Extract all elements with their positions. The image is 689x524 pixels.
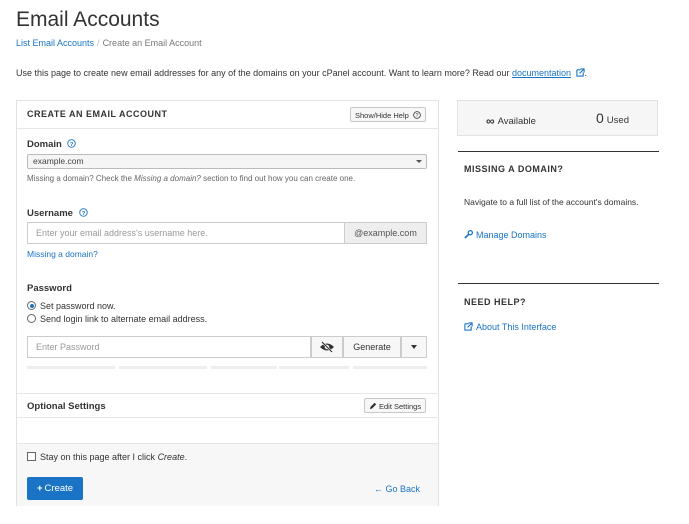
domain-label-text: Domain [27,139,62,150]
divider [17,417,438,418]
external-link-icon [464,322,473,331]
form-footer: Stay on this page after I click Create. … [17,443,438,506]
radio-set-password-label: Set password now. [40,301,116,311]
radio-send-login-link-label: Send login link to alternate email addre… [40,314,208,324]
breadcrumb: List Email Accounts / Create an Email Acco… [16,38,202,48]
domain-help-icon[interactable]: ? [67,139,77,148]
domain-help-suffix: section to find out how you can create o… [200,174,356,183]
strength-bar-segment [211,366,277,369]
radio-set-password[interactable]: Set password now. [27,301,116,311]
missing-domain-title: MISSING A DOMAIN? [464,164,564,174]
username-input[interactable]: Enter your email address's username here… [27,222,345,244]
plus-icon: + [36,483,43,494]
toggle-password-visibility-button[interactable] [311,336,343,358]
show-hide-help-button[interactable]: Show/Hide Help ? [350,107,426,122]
account-stats: ∞ Available 0 Used [457,100,658,136]
radio-button [27,314,36,323]
manage-domains-link[interactable]: Manage Domains [464,230,547,240]
chevron-down-icon [416,160,422,163]
optional-settings-label: Optional Settings [27,401,106,412]
stat-used: 0 Used [596,110,629,126]
generate-password-button[interactable]: Generate [343,336,401,358]
arrow-left-icon: ← [373,484,383,494]
checkbox-box [27,452,36,461]
divider [17,393,438,394]
go-back-label: Go Back [385,484,420,494]
go-back-link[interactable]: ← Go Back [374,484,420,494]
breadcrumb-current: Create an Email Account [102,38,202,48]
domain-select[interactable]: example.com [27,154,427,169]
domain-help-prefix: Missing a domain? Check the [27,174,135,183]
create-button-label: Create [44,483,74,494]
strength-bar-segment [119,366,207,369]
about-interface-label: About This Interface [476,322,557,332]
available-label: Available [497,116,536,127]
domain-select-value: example.com [33,156,84,166]
show-hide-help-label: Show/Hide Help [355,111,409,120]
username-help-icon[interactable]: ? [78,208,88,217]
username-domain-addon: @example.com [345,222,427,244]
intro-text: Use this page to create new email addres… [16,68,587,78]
stay-on-page-italic: Create [157,452,185,462]
edit-settings-label: Edit Settings [379,402,422,411]
eye-slash-icon [320,341,334,353]
generate-options-dropdown[interactable] [401,336,427,358]
stat-available: ∞ Available [486,114,536,128]
breadcrumb-separator: / [97,38,100,48]
stay-on-page-checkbox[interactable]: Stay on this page after I click Create. [27,452,187,462]
page-title: Email Accounts [16,8,160,31]
create-button[interactable]: + Create [27,477,83,500]
radio-send-login-link[interactable]: Send login link to alternate email addre… [27,314,207,324]
manage-domains-label: Manage Domains [476,230,547,240]
section-rule [458,151,659,152]
svg-text:?: ? [81,211,85,217]
infinity-icon: ∞ [486,114,495,128]
used-count: 0 [596,110,604,126]
domain-help-italic: Missing a domain? [134,174,201,183]
pencil-icon [369,402,377,410]
intro-end: . [584,68,588,78]
card-header: CREATE AN EMAIL ACCOUNT Show/Hide Help ? [17,101,438,129]
svg-text:?: ? [70,142,74,148]
about-interface-link[interactable]: About This Interface [464,322,556,332]
username-label: Username ? [27,208,88,219]
password-input[interactable]: Enter Password [27,336,311,358]
radio-button-selected [27,301,36,310]
edit-settings-button[interactable]: Edit Settings [364,398,427,413]
strength-bar-segment [353,366,427,369]
domain-label: Domain ? [27,139,77,150]
stay-on-page-prefix: Stay on this page after I click [40,452,158,462]
need-help-title: NEED HELP? [464,297,527,307]
documentation-link[interactable]: documentation [512,68,571,78]
strength-bar-segment [27,366,115,369]
svg-text:?: ? [415,113,418,119]
card-title: CREATE AN EMAIL ACCOUNT [27,109,168,119]
create-email-card: CREATE AN EMAIL ACCOUNT Show/Hide Help ?… [16,100,439,506]
wrench-icon [464,230,473,239]
missing-domain-text: Navigate to a full list of the account's… [464,197,639,207]
used-label: Used [606,115,629,126]
strength-bar-segment [279,366,349,369]
intro-body: Use this page to create new email addres… [16,68,512,78]
section-rule [458,283,659,284]
caret-down-icon [411,345,417,349]
username-label-text: Username [27,208,73,219]
domain-help-text: Missing a domain? Check the Missing a do… [27,174,355,183]
stay-on-page-suffix: . [184,452,188,462]
external-link-icon [575,68,585,77]
breadcrumb-list-email-accounts[interactable]: List Email Accounts [16,38,94,48]
missing-domain-link[interactable]: Missing a domain? [27,249,98,259]
question-circle-icon: ? [413,111,421,119]
password-label: Password [27,283,72,294]
